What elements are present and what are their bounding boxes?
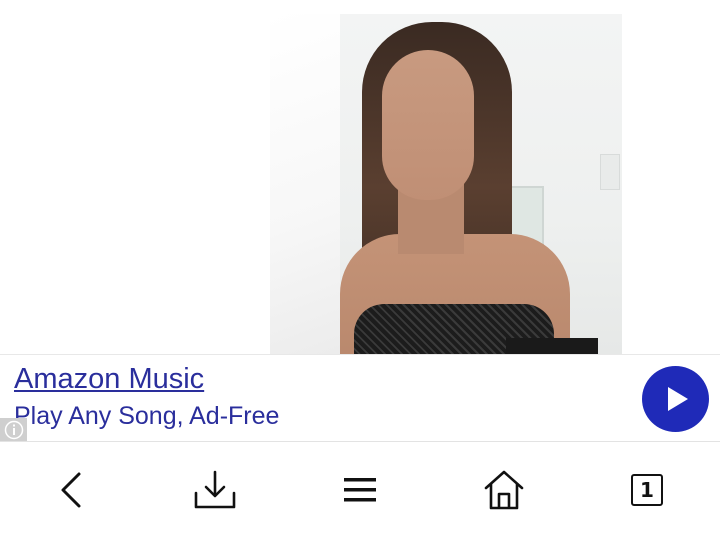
home-button[interactable] — [482, 468, 526, 512]
ad-banner[interactable]: Amazon Music Play Any Song, Ad-Free — [0, 354, 720, 443]
ad-info-button[interactable] — [0, 418, 27, 442]
menu-button[interactable] — [338, 468, 382, 512]
download-button[interactable] — [193, 468, 237, 512]
info-icon — [4, 420, 23, 440]
play-icon — [667, 387, 688, 411]
ad-title-link[interactable]: Amazon Music — [14, 363, 204, 396]
hamburger-menu-icon — [344, 478, 376, 502]
photo-overlay-box — [506, 338, 598, 354]
tabs-button[interactable]: 1 — [625, 468, 669, 512]
back-arrow-icon — [61, 472, 81, 508]
photo-background-wall — [270, 14, 340, 354]
tabs-icon: 1 — [631, 474, 663, 506]
ad-play-button[interactable] — [642, 366, 709, 432]
photo-subject-face — [382, 50, 474, 200]
tab-count: 1 — [640, 478, 654, 502]
content-photo[interactable] — [270, 14, 622, 354]
ad-subtitle: Play Any Song, Ad-Free — [14, 402, 280, 430]
back-button[interactable] — [50, 468, 94, 512]
home-icon — [484, 470, 524, 510]
bottom-navigation-bar: 1 — [0, 441, 720, 541]
photo-background-switch — [600, 154, 620, 190]
download-icon — [194, 470, 236, 509]
